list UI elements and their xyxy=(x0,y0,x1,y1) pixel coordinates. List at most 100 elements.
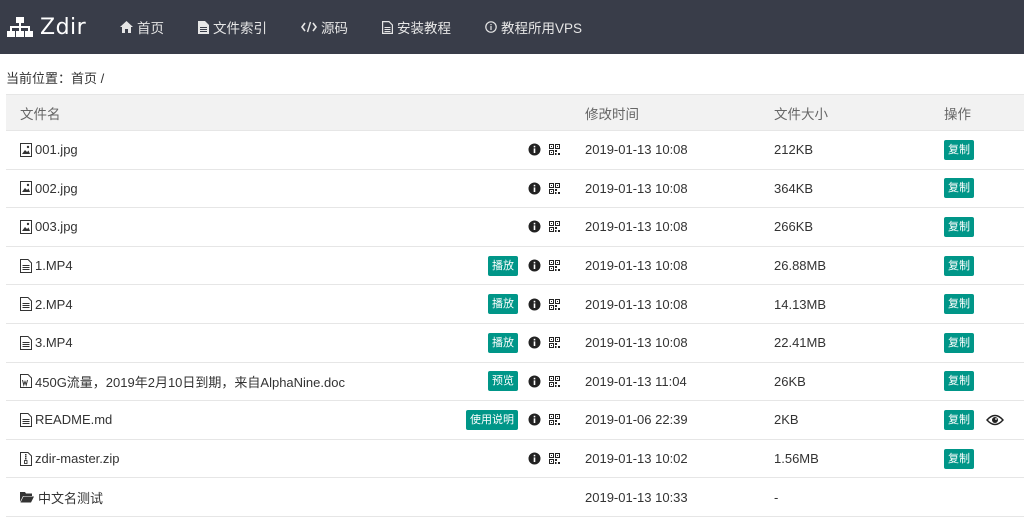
info-icon[interactable] xyxy=(528,259,541,272)
cell-filename: 3.MP4 播放 xyxy=(6,324,574,362)
file-link[interactable]: 002.jpg xyxy=(35,181,78,196)
file-action-button[interactable]: 播放 xyxy=(488,332,518,353)
eye-icon[interactable] xyxy=(986,414,1004,426)
cell-file-size: - xyxy=(774,489,779,505)
folder-open-icon xyxy=(20,492,34,503)
text-file-icon xyxy=(20,335,32,350)
cell-filename: 002.jpg xyxy=(6,170,574,208)
file-link[interactable]: 3.MP4 xyxy=(35,335,73,350)
row-tools xyxy=(528,440,560,478)
nav-item-2[interactable]: 源码 xyxy=(301,17,348,37)
header-file-size: 文件大小 xyxy=(774,106,828,122)
qrcode-icon[interactable] xyxy=(549,337,560,349)
file-action-button[interactable]: 使用说明 xyxy=(466,409,518,430)
table-row: 中文名测试 2019-01-13 10:33 - xyxy=(6,478,1024,517)
cell-file-size: 1.56MB xyxy=(774,451,819,467)
nav-item-label: 安装教程 xyxy=(397,21,451,36)
cell-file-size: 26.88MB xyxy=(774,258,827,274)
qrcode-icon[interactable] xyxy=(549,260,560,272)
nav-item-3[interactable]: 安装教程 xyxy=(382,17,451,37)
cell-actions: 复制 xyxy=(933,371,1024,392)
info-icon[interactable] xyxy=(528,220,541,233)
cell-modified-time: 2019-01-06 22:39 xyxy=(585,412,688,428)
code-icon xyxy=(301,21,321,33)
row-tools: 使用说明 xyxy=(466,401,560,439)
nav-item-label: 首页 xyxy=(137,21,164,36)
nav-item-4[interactable]: 教程所用VPS xyxy=(485,17,582,37)
cell-modified-time: 2019-01-13 10:08 xyxy=(585,296,688,312)
file-action-button[interactable]: 播放 xyxy=(488,294,518,315)
file-link[interactable]: README.md xyxy=(35,412,112,427)
brand-name: Zdir xyxy=(40,14,87,40)
cell-actions: 复制 xyxy=(933,332,1024,353)
file-link[interactable]: 450G流量，2019年2月10日到期，来自AlphaNine.doc xyxy=(35,372,345,391)
copy-button[interactable]: 复制 xyxy=(944,409,974,430)
cell-filename: README.md 使用说明 xyxy=(6,401,574,439)
copy-button[interactable]: 复制 xyxy=(944,255,974,276)
cell-actions: 复制 xyxy=(933,255,1024,276)
word-file-icon xyxy=(20,374,32,389)
copy-button[interactable]: 复制 xyxy=(944,294,974,315)
file-link[interactable]: 003.jpg xyxy=(35,219,78,234)
table-row: 001.jpg 2019-01-13 10:08 212KB 复制 xyxy=(6,131,1024,170)
file-link[interactable]: 001.jpg xyxy=(35,142,78,157)
qrcode-icon[interactable] xyxy=(549,414,560,426)
brand-logo[interactable]: Zdir xyxy=(0,15,120,40)
cell-modified-time: 2019-01-13 10:33 xyxy=(585,489,688,505)
cell-actions: 复制 xyxy=(933,139,1024,160)
cell-actions: 复制 xyxy=(933,178,1024,199)
row-tools: 预览 xyxy=(488,363,560,401)
copy-button[interactable]: 复制 xyxy=(944,448,974,469)
text-file-icon xyxy=(20,412,32,427)
info-icon[interactable] xyxy=(528,143,541,156)
info-icon[interactable] xyxy=(528,336,541,349)
table-header: 文件名 修改时间 文件大小 操作 xyxy=(6,94,1024,131)
info-icon[interactable] xyxy=(528,452,541,465)
text-file-icon xyxy=(20,258,32,273)
table-row: 450G流量，2019年2月10日到期，来自AlphaNine.doc 预览 2… xyxy=(6,363,1024,402)
cell-modified-time: 2019-01-13 10:08 xyxy=(585,335,688,351)
cell-file-size: 266KB xyxy=(774,219,814,235)
file-link[interactable]: 1.MP4 xyxy=(35,258,73,273)
qrcode-icon[interactable] xyxy=(549,182,560,194)
cell-filename: 中文名测试 xyxy=(6,478,574,516)
copy-button[interactable]: 复制 xyxy=(944,332,974,353)
copy-button[interactable]: 复制 xyxy=(944,178,974,199)
image-file-icon xyxy=(20,142,32,157)
copy-button[interactable]: 复制 xyxy=(944,371,974,392)
document-icon xyxy=(382,20,397,34)
file-link[interactable]: 2.MP4 xyxy=(35,297,73,312)
file-icon xyxy=(198,20,213,34)
qrcode-icon[interactable] xyxy=(549,453,560,465)
info-icon[interactable] xyxy=(528,375,541,388)
qrcode-icon[interactable] xyxy=(549,144,560,156)
cell-file-size: 364KB xyxy=(774,180,814,196)
nav-item-1[interactable]: 文件索引 xyxy=(198,17,267,37)
cell-modified-time: 2019-01-13 10:08 xyxy=(585,219,688,235)
qrcode-icon[interactable] xyxy=(549,221,560,233)
file-link[interactable]: zdir-master.zip xyxy=(35,451,120,466)
qrcode-icon[interactable] xyxy=(549,298,560,310)
file-link[interactable]: 中文名测试 xyxy=(38,488,103,507)
info-icon[interactable] xyxy=(528,413,541,426)
nav-item-0[interactable]: 首页 xyxy=(120,17,164,37)
info-icon[interactable] xyxy=(528,182,541,195)
qrcode-icon[interactable] xyxy=(549,375,560,387)
info-icon[interactable] xyxy=(528,298,541,311)
copy-button[interactable]: 复制 xyxy=(944,216,974,237)
file-action-button[interactable]: 播放 xyxy=(488,255,518,276)
text-file-icon xyxy=(20,297,32,312)
cell-modified-time: 2019-01-13 10:08 xyxy=(585,180,688,196)
breadcrumb: 当前位置：首页 / xyxy=(6,71,105,86)
image-file-icon xyxy=(20,181,32,196)
row-tools xyxy=(528,170,560,208)
table-row: 2.MP4 播放 2019-01-13 10:08 14.13MB 复制 xyxy=(6,285,1024,324)
copy-button[interactable]: 复制 xyxy=(944,139,974,160)
file-action-button[interactable]: 预览 xyxy=(488,371,518,392)
info-icon xyxy=(485,21,501,33)
cell-file-size: 2KB xyxy=(774,412,799,428)
header-filename: 文件名 xyxy=(20,106,61,122)
table-row: zdir-master.zip 2019-01-13 10:02 1.56MB … xyxy=(6,440,1024,479)
nav-menu: 首页 文件索引 源码 安装教程 教程所用VPS xyxy=(120,17,616,37)
cell-modified-time: 2019-01-13 10:08 xyxy=(585,142,688,158)
